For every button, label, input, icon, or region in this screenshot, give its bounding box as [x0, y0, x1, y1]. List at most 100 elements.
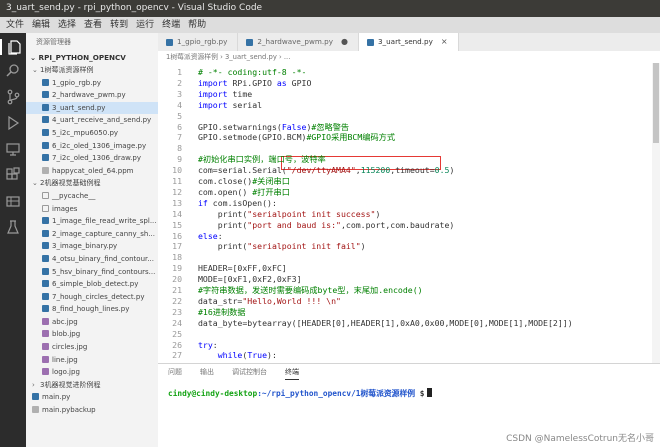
menu-item-0[interactable]: 文件	[2, 17, 28, 33]
source-control-icon[interactable]	[5, 89, 21, 105]
code-line[interactable]: 7 GPIO.setmode(GPIO.BCM)#GPIO采用BCM编码方式	[158, 132, 395, 143]
code-line[interactable]: 18	[158, 252, 198, 263]
tree-folder[interactable]: › 3机器视觉进阶例程	[26, 379, 158, 392]
tree-file[interactable]: 8_find_hough_lines.py	[26, 303, 158, 316]
menu-item-7[interactable]: 帮助	[184, 17, 210, 33]
code-editor[interactable]: 1 # -*- coding:utf-8 -*- 2 import RPi.GPIO …	[158, 63, 660, 363]
search-icon[interactable]	[5, 63, 21, 79]
extensions-icon[interactable]	[5, 167, 21, 183]
line-number: 13	[172, 197, 182, 208]
tree-file[interactable]: 6_simple_blob_detect.py	[26, 278, 158, 291]
code-line[interactable]: 11 com.close()#关闭串口	[158, 176, 290, 187]
tree-file[interactable]: 2_hardwave_pwm.py	[26, 89, 158, 102]
tree-folder[interactable]: __pycache__	[26, 190, 158, 203]
panel-tab-3[interactable]: 终端	[285, 365, 299, 380]
code-line[interactable]: 13 if com.isOpen():	[158, 198, 277, 209]
terminal-user: cindy@cindy-desktop	[168, 389, 258, 398]
vertical-scrollbar[interactable]	[652, 63, 660, 363]
chevron-down-icon: ⌄	[32, 66, 38, 74]
python-file-icon	[366, 38, 374, 46]
docker-icon[interactable]	[5, 193, 21, 209]
tree-folder[interactable]: images	[26, 203, 158, 216]
tab-2[interactable]: 3_uart_send.py ×	[358, 33, 459, 51]
panel-tab-1[interactable]: 输出	[200, 365, 214, 379]
tree-file[interactable]: 2_image_capture_canny_sh...	[26, 228, 158, 241]
code-line[interactable]: 16 else:	[158, 231, 223, 242]
code-line[interactable]: 24 data_byte=bytearray([HEADER[0],HEADER[…	[158, 318, 573, 329]
code-line[interactable]: 4 import serial	[158, 100, 262, 111]
tree-folder[interactable]: ⌄ 1树莓派资源样例	[26, 64, 158, 77]
tree-file[interactable]: happycat_oled_64.ppm	[26, 165, 158, 178]
code-line[interactable]: 2 import RPi.GPIO as GPIO	[158, 78, 311, 89]
tree-file[interactable]: main.pybackup	[26, 404, 158, 417]
menu-item-4[interactable]: 转到	[106, 17, 132, 33]
tree-file[interactable]: circles.jpg	[26, 341, 158, 354]
line-number: 3	[177, 88, 182, 99]
tree-file[interactable]: 3_uart_send.py	[26, 101, 158, 115]
breadcrumb[interactable]: 1树莓派资源样例 › 3_uart_send.py › ...	[158, 51, 660, 63]
code-line[interactable]: 1 # -*- coding:utf-8 -*-	[158, 67, 306, 78]
tree-file[interactable]: 4_uart_receive_and_send.py	[26, 114, 158, 127]
tree-file[interactable]: 7_i2c_oled_1306_draw.py	[26, 152, 158, 165]
code-token: )	[449, 165, 455, 176]
code-line[interactable]: 17 print("serialpoint init fail")	[158, 241, 365, 252]
code-line[interactable]: 21 #字符串数据，发送时需要编码成byte型，末尾加.encode()	[158, 285, 422, 296]
tree-file[interactable]: 4_otsu_binary_find_contour...	[26, 253, 158, 266]
tree-item-label: 8_find_hough_lines.py	[52, 305, 130, 314]
code-line[interactable]: 10 com=serial.Serial("/dev/ttyAMA4",11520…	[158, 165, 454, 176]
tree-file[interactable]: 3_image_binary.py	[26, 240, 158, 253]
tab-label: 2_hardwave_pwm.py	[257, 37, 333, 46]
tree-file[interactable]: blob.jpg	[26, 328, 158, 341]
menu-item-5[interactable]: 运行	[132, 17, 158, 33]
project-root[interactable]: ⌄ RPI_PYTHON_OPENCV	[26, 51, 158, 64]
tree-file[interactable]: abc.jpg	[26, 316, 158, 329]
tree-file[interactable]: main.py	[26, 391, 158, 404]
tree-file[interactable]: logo.jpg	[26, 366, 158, 379]
tree-file[interactable]: 6_i2c_oled_1306_image.py	[26, 140, 158, 153]
unsaved-dot-icon[interactable]: ●	[341, 33, 348, 51]
code-line[interactable]: 27 while(True):	[158, 350, 277, 361]
close-icon[interactable]: ×	[441, 33, 448, 51]
menu-item-2[interactable]: 选择	[54, 17, 80, 33]
code-line[interactable]: 25	[158, 329, 198, 340]
panel-tab-2[interactable]: 调试控制台	[232, 365, 267, 379]
code-line[interactable]: 9 #初始化串口实例，端口号，波特率	[158, 154, 326, 165]
tab-0[interactable]: 1_gpio_rgb.py	[158, 33, 239, 51]
code-line[interactable]: 8	[158, 143, 198, 154]
tree-item-label: abc.jpg	[52, 317, 78, 326]
tree-item-label: 5_i2c_mpu6050.py	[52, 128, 119, 137]
tree-file[interactable]: 5_i2c_mpu6050.py	[26, 127, 158, 140]
python-file-icon	[42, 78, 49, 86]
explorer-icon[interactable]	[0, 39, 21, 55]
remote-explorer-icon[interactable]	[5, 141, 21, 157]
code-line[interactable]: 15 print("port and baud is:",com.port,co…	[158, 220, 454, 231]
code-line[interactable]: 3 import time	[158, 89, 252, 100]
run-debug-icon[interactable]	[5, 115, 21, 131]
code-line[interactable]: 6 GPIO.setwarnings(False)#忽略警告	[158, 122, 349, 133]
tab-1[interactable]: 2_hardwave_pwm.py ●	[238, 33, 359, 51]
menu-item-6[interactable]: 终端	[158, 17, 184, 33]
code-line[interactable]: 5	[158, 111, 198, 122]
code-line[interactable]: 20 MODE=[0xF1,0xF2,0xF3]	[158, 274, 301, 285]
scrollbar-thumb[interactable]	[653, 63, 659, 143]
code-line[interactable]: 14 print("serialpoint init success")	[158, 209, 380, 220]
code-line[interactable]: 22 data_str="Hello,World !!! \n"	[158, 296, 341, 307]
chevron-down-icon: ⌄	[32, 179, 38, 188]
tree-file[interactable]: 5_hsv_binary_find_contours...	[26, 266, 158, 279]
code-line[interactable]: 19 HEADER=[0xFF,0xFC]	[158, 263, 287, 274]
code-line[interactable]: 12 com.open() #打开串口	[158, 187, 290, 198]
code-line[interactable]: 23 #16进制数据	[158, 306, 245, 318]
tree-file[interactable]: 1_gpio_rgb.py	[26, 77, 158, 90]
code-line[interactable]: 26 try:	[158, 340, 218, 351]
tree-folder[interactable]: ⌄ 2机器视觉基础例程	[26, 177, 158, 190]
line-number: 23	[172, 306, 182, 317]
tree-item-label: 6_simple_blob_detect.py	[52, 280, 139, 289]
testing-icon[interactable]	[5, 219, 21, 235]
tree-file[interactable]: 7_hough_circles_detect.py	[26, 291, 158, 304]
tree-file[interactable]: 1_image_file_read_write_spl...	[26, 215, 158, 228]
terminal-prompt[interactable]: cindy@cindy-desktop:~/rpi_python_opencv/…	[168, 388, 433, 399]
menu-item-3[interactable]: 查看	[80, 17, 106, 33]
tree-file[interactable]: line.jpg	[26, 354, 158, 367]
menu-item-1[interactable]: 编辑	[28, 17, 54, 33]
panel-tab-0[interactable]: 问题	[168, 365, 182, 379]
